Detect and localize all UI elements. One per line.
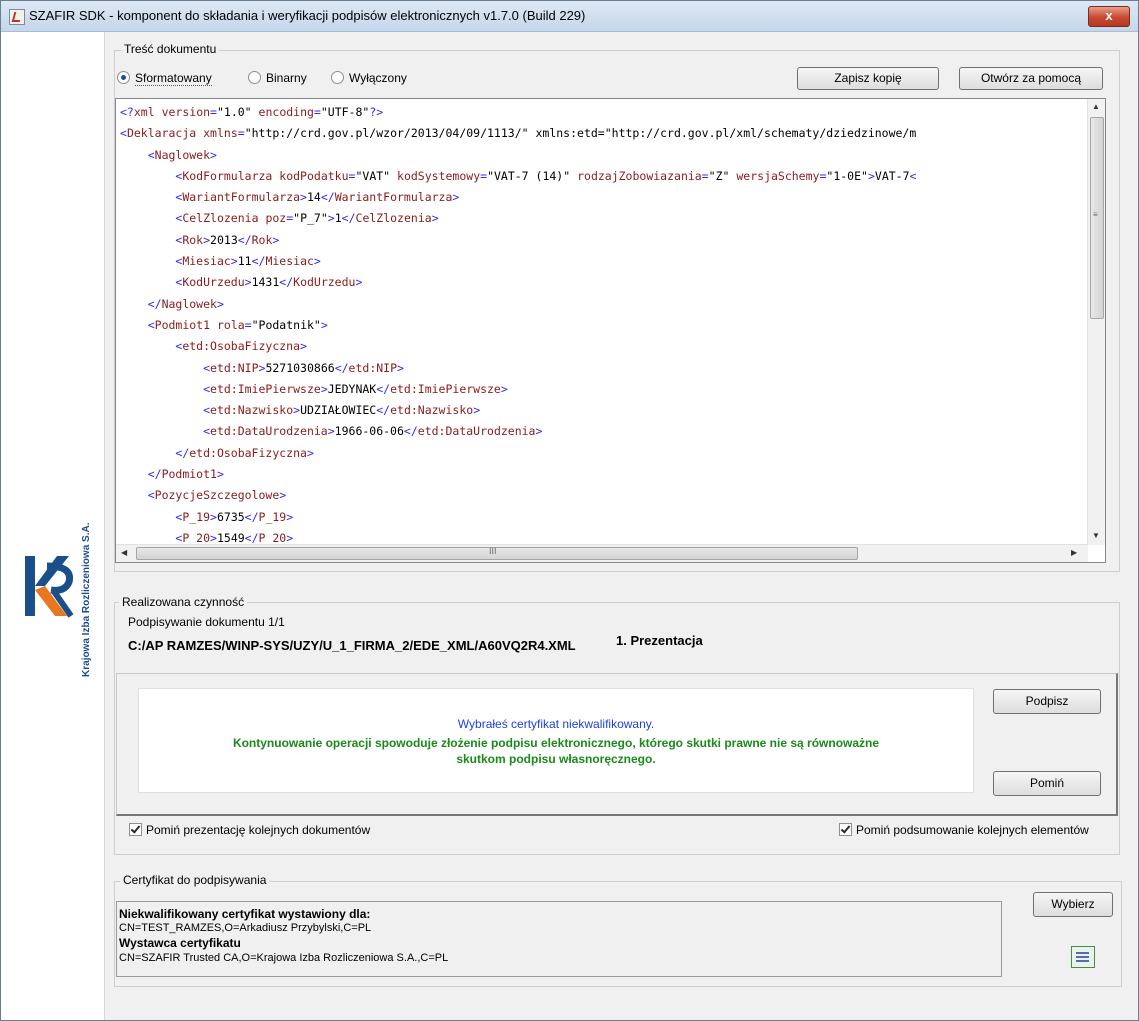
xml-line: <CelZlozenia poz="P_7">1</CelZlozenia>	[175, 211, 439, 226]
checkbox-checked-icon	[839, 823, 852, 836]
warning-message-box: Wybrałeś certyfikat niekwalifikowany. Ko…	[138, 688, 974, 793]
xml-line: <etd:Nazwisko>UDZIAŁOWIEC</etd:Nazwisko>	[203, 403, 481, 418]
xml-line: <etd:NIP>5271030866</etd:NIP>	[203, 360, 404, 375]
company-name: Krajowa Izba Rozliczeniowa S.A.	[81, 522, 92, 677]
branding-sidebar: Krajowa Izba Rozliczeniowa S.A.	[1, 32, 105, 1020]
progress-text: Podpisywanie dokumentu 1/1	[128, 615, 285, 629]
window-title: SZAFIR SDK - komponent do składania i we…	[29, 8, 586, 23]
xml-line: <WariantFormularza>14</WariantFormularza…	[175, 190, 460, 205]
warning-legal-line2: skutkom podpisu własnoręcznego.	[456, 752, 656, 766]
xml-line: </Naglowek>	[147, 296, 224, 311]
vertical-scroll-thumb[interactable]: ≡	[1090, 117, 1104, 319]
certificate-icon[interactable]	[1071, 946, 1095, 968]
file-path: C:/AP RAMZES/WINP-SYS/UZY/U_1_FIRMA_2/ED…	[128, 638, 576, 653]
xml-line: <Naglowek>	[147, 147, 217, 162]
issuer-label: Wystawca certyfikatu	[119, 936, 241, 950]
sign-button[interactable]: Podpisz	[993, 689, 1101, 714]
radio-formatted[interactable]: Sformatowany	[117, 71, 212, 86]
close-button[interactable]: x	[1088, 6, 1130, 27]
xml-line: <KodFormularza kodPodatku="VAT" kodSyste…	[175, 168, 917, 183]
xml-line: <Miesiac>11</Miesiac>	[175, 254, 321, 269]
application-window: SZAFIR SDK - komponent do składania i we…	[0, 0, 1139, 1021]
xml-line: <Deklaracja xmlns="http://crd.gov.pl/wzo…	[120, 126, 917, 141]
xml-code: <?xml version="1.0" encoding="UTF-8"?> <D…	[120, 102, 917, 562]
xml-line: <etd:OsobaFizyczna>	[175, 339, 307, 354]
xml-line: <?xml version="1.0" encoding="UTF-8"?>	[120, 105, 384, 119]
xml-line: <etd:DataUrodzenia>1966-06-06</etd:DataU…	[203, 424, 543, 439]
radio-disabled-label: Wyłączony	[349, 71, 407, 85]
radio-unselected-icon	[248, 71, 261, 84]
scroll-left-icon[interactable]: ◀	[121, 548, 127, 557]
skip-presentation-checkbox[interactable]: Pomiń prezentację kolejnych dokumentów	[129, 823, 370, 837]
issued-for-value: CN=TEST_RAMZES,O=Arkadiusz Przybylski,C=…	[119, 922, 372, 934]
radio-unselected-icon	[331, 71, 344, 84]
radio-selected-icon	[117, 71, 130, 84]
horizontal-scroll-thumb[interactable]: III	[136, 546, 858, 560]
xml-line: <P_19>6735</P_19>	[175, 509, 294, 524]
xml-line: </etd:OsobaFizyczna>	[175, 445, 314, 460]
open-with-button[interactable]: Otwórz za pomocą	[959, 67, 1103, 90]
issuer-value: CN=SZAFIR Trusted CA,O=Krajowa Izba Rozl…	[119, 952, 449, 964]
document-group-title: Treść dokumentu	[121, 42, 220, 56]
grip-icon: III	[489, 546, 497, 556]
certificate-group-title: Certyfikat do podpisywania	[120, 873, 270, 887]
radio-binary-label: Binarny	[266, 71, 307, 85]
xml-viewer[interactable]: <?xml version="1.0" encoding="UTF-8"?> <D…	[115, 98, 1106, 563]
scroll-right-icon[interactable]: ▶	[1071, 548, 1077, 557]
horizontal-scrollbar[interactable]: ◀ III ▶	[116, 544, 1088, 562]
radio-formatted-label: Sformatowany	[135, 71, 212, 86]
grip-icon: ≡	[1093, 210, 1098, 219]
skip-summary-label: Pomiń podsumowanie kolejnych elementów	[856, 823, 1089, 837]
issued-for-label: Niekwalifikowany certyfikat wystawiony d…	[119, 907, 371, 921]
scroll-up-icon[interactable]: ▲	[1092, 102, 1100, 111]
skip-button[interactable]: Pomiń	[993, 771, 1101, 796]
xml-line: <PozycjeSzczegolowe>	[147, 488, 287, 503]
xml-line: </Podmiot1>	[147, 467, 224, 482]
kir-logo-icon	[25, 556, 74, 618]
xml-line: <KodUrzedu>1431</KodUrzedu>	[175, 275, 363, 290]
title-bar: SZAFIR SDK - komponent do składania i we…	[1, 1, 1138, 32]
skip-summary-checkbox[interactable]: Pomiń podsumowanie kolejnych elementów	[839, 823, 1089, 837]
step-label: 1. Prezentacja	[616, 633, 703, 648]
save-copy-button[interactable]: Zapisz kopię	[797, 67, 939, 90]
operation-group-title: Realizowana czynność	[119, 595, 248, 609]
xml-line: <Podmiot1 rola="Podatnik">	[147, 317, 328, 332]
certificate-details: Niekwalifikowany certyfikat wystawiony d…	[116, 901, 1002, 977]
vertical-scrollbar[interactable]: ▲ ≡ ▼	[1087, 99, 1105, 545]
skip-presentation-label: Pomiń prezentację kolejnych dokumentów	[146, 823, 371, 837]
radio-binary[interactable]: Binarny	[248, 71, 307, 85]
checkbox-checked-icon	[129, 823, 142, 836]
choose-certificate-button[interactable]: Wybierz	[1033, 892, 1113, 917]
radio-disabled[interactable]: Wyłączony	[331, 71, 407, 85]
xml-line: <Rok>2013</Rok>	[175, 232, 280, 247]
warning-uncertified: Wybrałeś certyfikat niekwalifikowany.	[457, 717, 655, 731]
java-app-icon	[9, 9, 25, 25]
scroll-down-icon[interactable]: ▼	[1092, 531, 1100, 540]
xml-line: <etd:ImiePierwsze>JEDYNAK</etd:ImiePierw…	[203, 381, 508, 396]
warning-legal-line1: Kontynuowanie operacji spowoduje złożeni…	[232, 736, 880, 750]
